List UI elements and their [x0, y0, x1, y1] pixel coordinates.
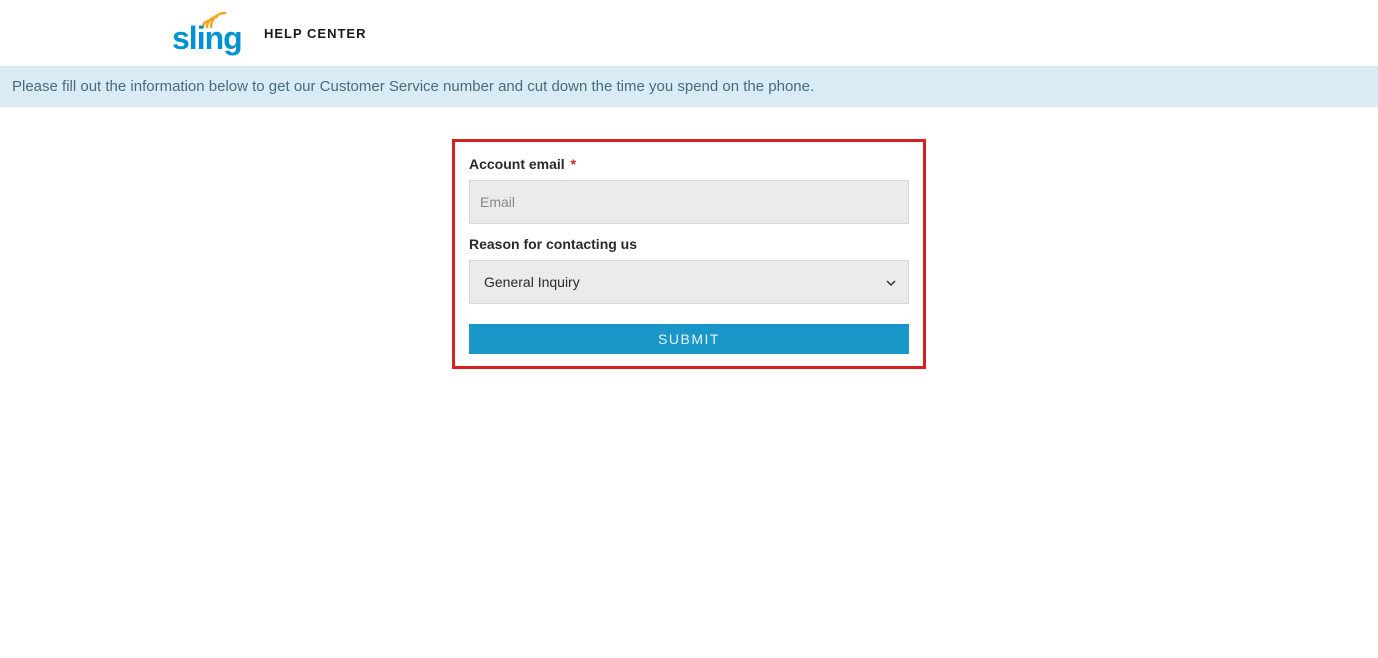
required-mark: *	[571, 156, 576, 172]
logo-text: sling	[172, 20, 242, 57]
help-center-label: HELP CENTER	[264, 26, 367, 41]
logo-container[interactable]: sling HELP CENTER	[172, 11, 367, 55]
reason-label: Reason for contacting us	[469, 236, 909, 252]
reason-select-wrapper: General Inquiry	[469, 260, 909, 304]
page-header: sling HELP CENTER	[0, 0, 1378, 66]
banner-message: Please fill out the information below to…	[12, 78, 814, 95]
email-label: Account email *	[469, 156, 909, 172]
reason-select[interactable]: General Inquiry	[469, 260, 909, 304]
info-banner: Please fill out the information below to…	[0, 66, 1378, 107]
contact-form: Account email * Reason for contacting us…	[452, 139, 926, 369]
sling-logo: sling	[172, 11, 254, 55]
submit-button[interactable]: SUBMIT	[469, 324, 909, 354]
email-field[interactable]	[469, 180, 909, 224]
